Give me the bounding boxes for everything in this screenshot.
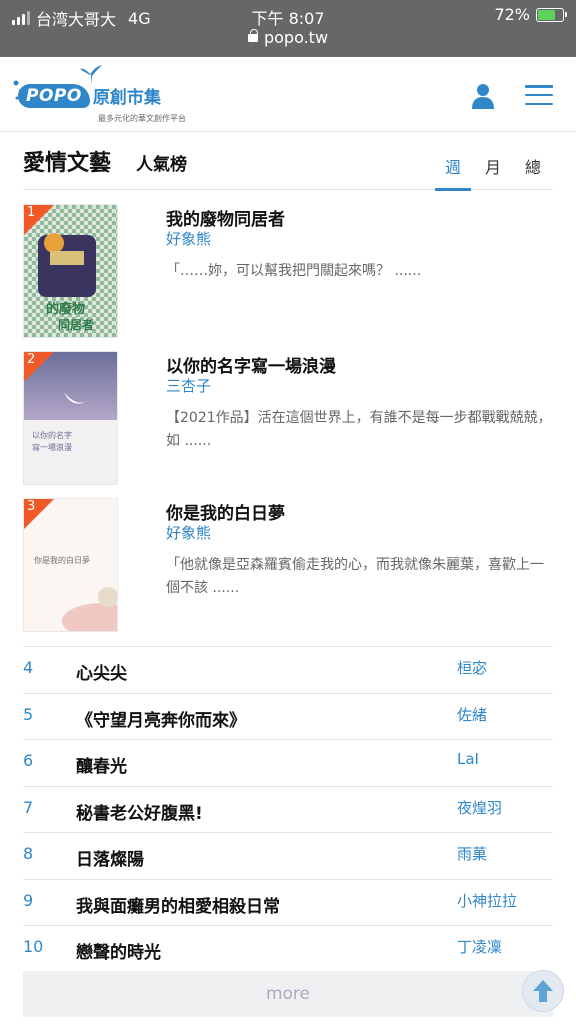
section-subtitle: 人氣榜 [136,155,187,175]
rank-number: 10 [23,937,44,956]
whale-tail-icon [80,65,102,85]
svg-text:寫一場浪漫: 寫一場浪漫 [32,442,72,452]
rank-number: 5 [23,704,34,724]
list-item[interactable]: 7 秘書老公好腹黑! 夜煌羽 [23,785,553,833]
status-bar: 台湾大哥大 4G 下午 8:07 popo.tw 72% [0,0,576,57]
book-author[interactable]: 桓宓 [457,657,487,678]
svg-text:同居者: 同居者 [58,317,94,332]
book-author[interactable]: 三杏子 [166,375,211,396]
period-tabs: 週 月 總 [433,142,553,191]
popo-logo[interactable]: POPO 原創市集 最多元化的華文創作平台 [12,65,212,125]
ranking-list: 4 心尖尖 桓宓 5 《守望月亮奔你而來》 佐緒 6 釀春光 LaI 7 秘書老… [23,646,553,972]
book-description: 「……妳，可以幫我把門關起來嗎？ ...... [166,263,422,279]
book-cover[interactable]: 以你的名字 寫一場浪漫 2 [23,351,118,485]
svg-text:以你的名字: 以你的名字 [32,430,72,440]
list-item[interactable]: 9 我與面癱男的相愛相殺日常 小神拉拉 [23,878,553,926]
rank-number: 9 [23,890,34,910]
tab-total[interactable]: 總 [513,142,553,190]
book-title[interactable]: 釀春光 [76,752,127,777]
book-cover[interactable]: 你是我的白日夢 3 [23,498,118,632]
scroll-top-arrow-icon [533,980,553,1002]
book-author[interactable]: 夜煌羽 [457,797,502,818]
book-title[interactable]: 以你的名字寫一場浪漫 [166,352,336,377]
svg-text:你是我的白日夢: 你是我的白日夢 [34,555,90,565]
book-author[interactable]: 丁凌凜 [457,936,502,957]
address-url: popo.tw [263,28,329,47]
logo-cn-text: 原創市集 [92,88,161,108]
book-title[interactable]: 戀聲的時光 [76,938,161,963]
list-item[interactable]: 10 戀聲的時光 丁凌凜 [23,925,553,972]
book-title[interactable]: 《守望月亮奔你而來》 [76,706,246,731]
battery-icon [536,7,567,22]
book-author[interactable]: 佐緒 [457,704,487,725]
site-header: POPO 原創市集 最多元化的華文創作平台 [0,57,576,132]
tab-month[interactable]: 月 [473,142,513,190]
book-author[interactable]: 小神拉拉 [457,890,517,911]
more-button[interactable]: more [23,971,553,1017]
ranking-section-header: 愛情文藝 人氣榜 週 月 總 [23,142,553,191]
book-title[interactable]: 我的廢物同居者 [166,205,285,230]
rank-number: 2 [27,352,36,367]
rank-number: 7 [23,797,34,817]
menu-icon[interactable] [525,85,553,105]
scroll-to-top-button[interactable] [522,970,564,1012]
logo-tagline: 最多元化的華文創作平台 [98,114,186,123]
lock-icon [247,29,258,42]
featured-item[interactable]: 以你的名字 寫一場浪漫 2 以你的名字寫一場浪漫 三杏子 【2021作品】活在這… [23,351,553,487]
book-title[interactable]: 心尖尖 [76,659,127,684]
tab-week[interactable]: 週 [433,142,473,191]
rank-number: 1 [27,205,36,220]
user-icon[interactable] [472,83,494,109]
address-bar[interactable]: popo.tw [0,28,576,47]
book-title[interactable]: 我與面癱男的相愛相殺日常 [76,892,280,917]
list-item[interactable]: 8 日落燦陽 雨菓 [23,832,553,879]
rank-number: 8 [23,844,34,863]
status-right: 72% [494,5,567,24]
book-cover[interactable]: 的廢物 同居者 1 [23,204,118,338]
book-title[interactable]: 秘書老公好腹黑! [76,799,203,824]
featured-item[interactable]: 的廢物 同居者 1 我的廢物同居者 好象熊 「……妳，可以幫我把門關起來嗎？ .… [23,204,553,340]
logo-text: POPO [18,83,90,108]
rank-number: 3 [27,499,36,514]
book-description: 【2021作品】活在這個世界上，有誰不是每一步都戰戰兢兢，如 ...... [166,410,552,449]
book-description: 「他就像是亞森羅賓偷走我的心，而我就像朱麗葉，喜歡上一個不該 ...... [166,557,544,596]
list-item[interactable]: 6 釀春光 LaI [23,739,553,786]
list-item[interactable]: 5 《守望月亮奔你而來》 佐緒 [23,692,553,740]
rank-number: 6 [23,751,34,770]
rank-number: 4 [23,658,34,677]
status-time: 下午 8:07 [251,9,325,28]
book-title[interactable]: 日落燦陽 [76,845,144,870]
svg-text:的廢物: 的廢物 [46,301,85,317]
book-author[interactable]: 好象熊 [166,228,211,249]
book-author[interactable]: 雨菓 [457,843,487,864]
list-item[interactable]: 4 心尖尖 桓宓 [23,646,553,693]
book-author[interactable]: LaI [457,750,479,768]
book-title[interactable]: 你是我的白日夢 [166,499,285,524]
battery-percent: 72% [494,5,530,24]
featured-item[interactable]: 你是我的白日夢 3 你是我的白日夢 好象熊 「他就像是亞森羅賓偷走我的心，而我就… [23,498,553,634]
book-author[interactable]: 好象熊 [166,522,211,543]
section-title: 愛情文藝 [23,151,112,176]
